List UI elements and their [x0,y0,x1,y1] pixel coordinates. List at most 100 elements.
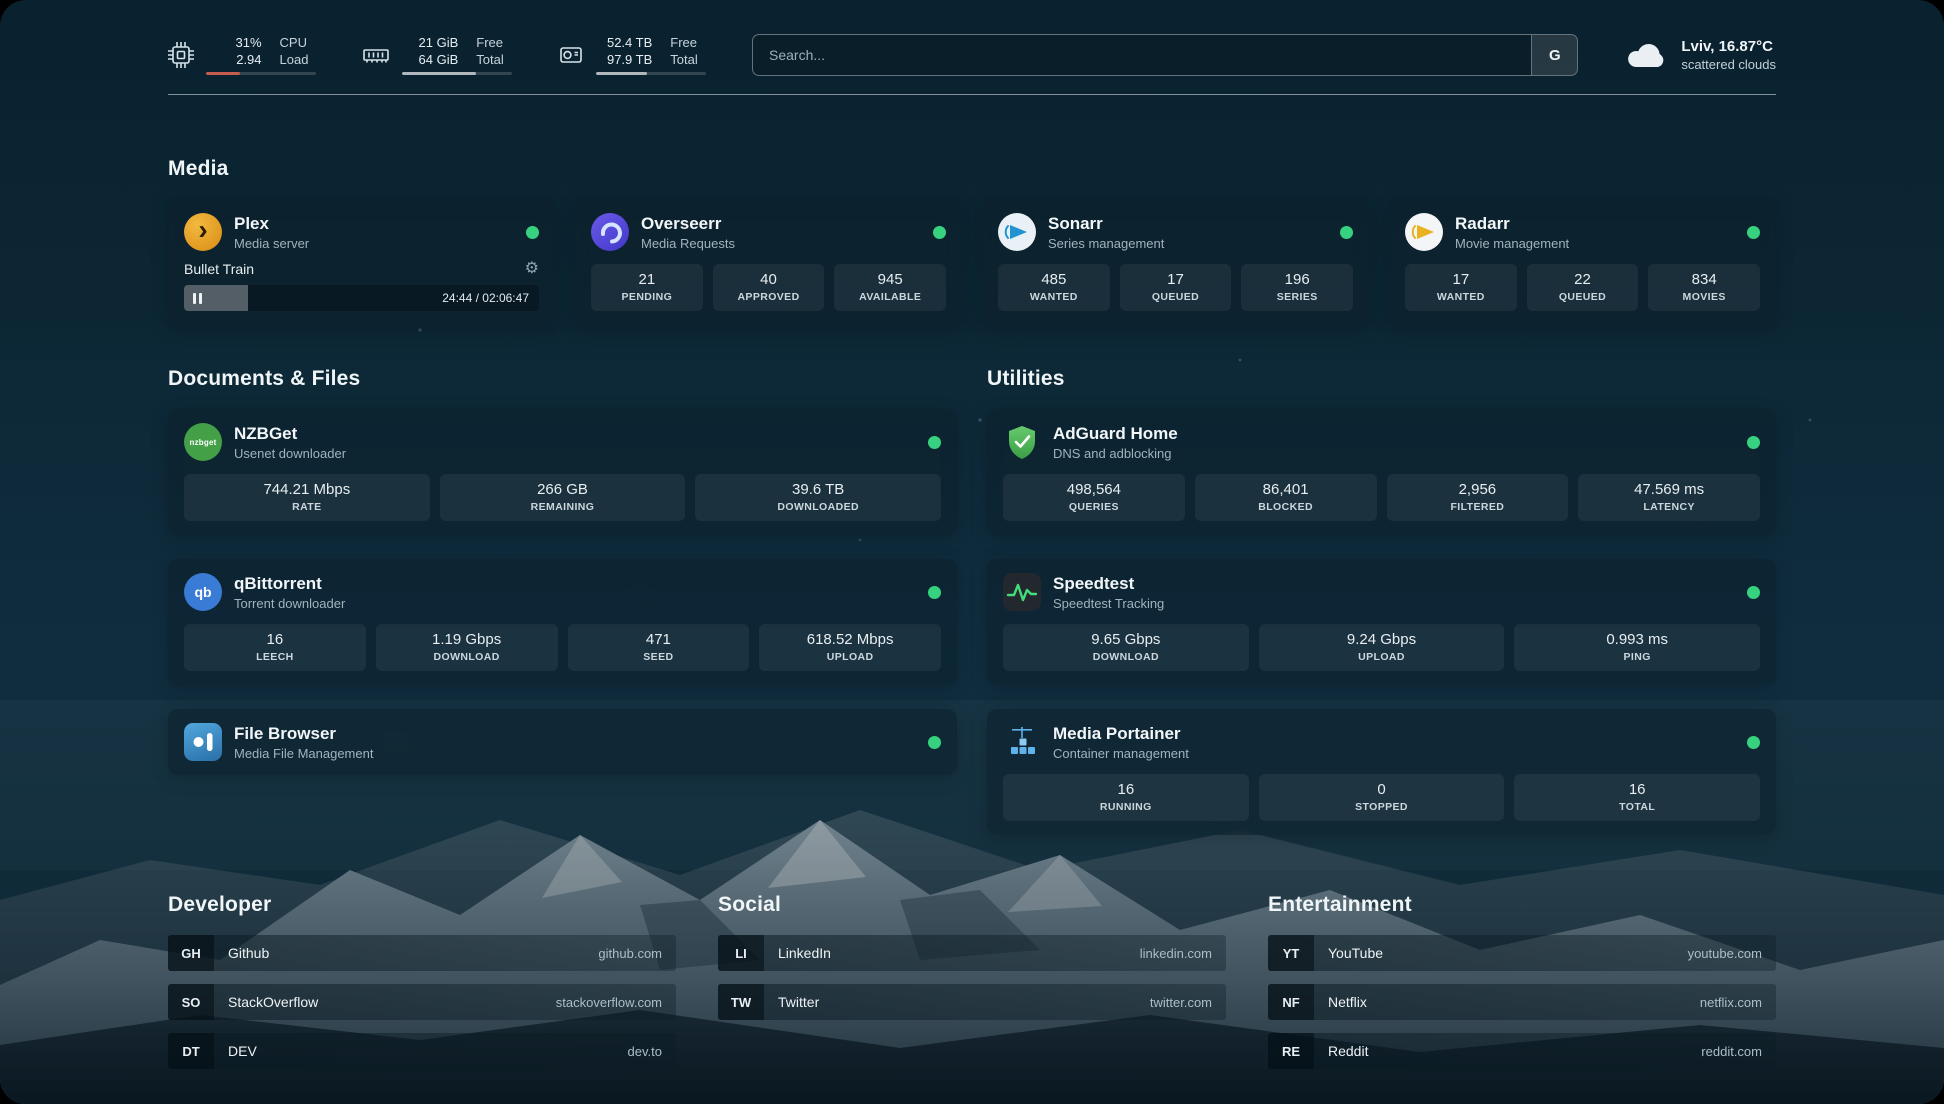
bookmark-group-developer: Developer GH Github github.com SO StackO… [168,893,676,1082]
bookmark-url: github.com [598,935,676,971]
stat-label: QUEUED [1124,291,1228,303]
service-card-qbittorrent[interactable]: qb qBittorrent Torrent downloader 16 [168,559,957,685]
stat-value: 47.569 ms [1582,481,1756,498]
service-card-overseerr[interactable]: Overseerr Media Requests 21 PENDING 40 A… [575,199,962,325]
bookmark-url: dev.to [628,1033,676,1069]
bookmark-group-social: Social LI LinkedIn linkedin.com TW Twitt… [718,893,1226,1082]
now-playing-title: Bullet Train [184,261,254,277]
stat-label: TOTAL [1518,801,1756,813]
stat-value: 471 [572,631,746,648]
stat-wanted: 485 WANTED [998,264,1110,311]
stat-seed: 471 SEED [568,624,750,671]
filebrowser-icon [184,723,222,761]
stat-value: 17 [1409,271,1513,288]
stat-label: PENDING [595,291,699,303]
service-card-adguard[interactable]: AdGuard Home DNS and adblocking 498,564 … [987,409,1776,535]
disk-total-label: Total [670,52,706,67]
status-dot [1747,586,1760,599]
service-name: AdGuard Home [1053,424,1178,444]
service-description: Movie management [1455,236,1569,251]
bookmark-twitter[interactable]: TW Twitter twitter.com [718,984,1226,1020]
stat-label: UPLOAD [763,651,937,663]
bookmark-abbr: TW [718,984,764,1020]
memory-total-label: Total [476,52,512,67]
service-name: Plex [234,214,309,234]
portainer-crane-icon [1003,723,1041,761]
stat-download: 9.65 Gbps DOWNLOAD [1003,624,1249,671]
bookmark-youtube[interactable]: YT YouTube youtube.com [1268,935,1776,971]
stat-value: 22 [1531,271,1635,288]
section-title-documents: Documents & Files [168,367,957,391]
speedtest-icon [1003,573,1041,611]
service-card-sonarr[interactable]: Sonarr Series management 485 WANTED 17 Q… [982,199,1369,325]
service-card-plex[interactable]: › Plex Media server Bullet Train ⚙ [168,199,555,325]
stat-pending: 21 PENDING [591,264,703,311]
stat-label: FILTERED [1391,501,1565,513]
service-name: Overseerr [641,214,735,234]
search-input[interactable] [753,35,1531,75]
bookmark-url: linkedin.com [1140,935,1226,971]
bookmark-netflix[interactable]: NF Netflix netflix.com [1268,984,1776,1020]
stat-label: APPROVED [717,291,821,303]
stat-upload: 618.52 Mbps UPLOAD [759,624,941,671]
service-description: Speedtest Tracking [1053,596,1164,611]
stat-available: 945 AVAILABLE [834,264,946,311]
memory-usage-bar [402,72,512,75]
status-dot [1747,736,1760,749]
service-description: Torrent downloader [234,596,345,611]
service-description: Usenet downloader [234,446,346,461]
stat-value: 17 [1124,271,1228,288]
stat-queued: 22 QUEUED [1527,264,1639,311]
service-card-filebrowser[interactable]: File Browser Media File Management [168,709,957,775]
stat-value: 945 [838,271,942,288]
service-card-portainer[interactable]: Media Portainer Container management 16 … [987,709,1776,835]
pause-icon[interactable] [193,293,202,304]
qbittorrent-icon: qb [184,573,222,611]
stat-value: 196 [1245,271,1349,288]
stat-label: STOPPED [1263,801,1501,813]
status-dot [526,226,539,239]
stat-label: SERIES [1245,291,1349,303]
stat-value: 266 GB [444,481,682,498]
bookmark-linkedin[interactable]: LI LinkedIn linkedin.com [718,935,1226,971]
bookmark-github[interactable]: GH Github github.com [168,935,676,971]
overseerr-icon [591,213,629,251]
playback-progress-bar[interactable]: 24:44 / 02:06:47 [184,285,539,311]
stat-approved: 40 APPROVED [713,264,825,311]
service-card-speedtest[interactable]: Speedtest Speedtest Tracking 9.65 Gbps D… [987,559,1776,685]
service-name: Speedtest [1053,574,1164,594]
bookmark-abbr: RE [1268,1033,1314,1069]
ram-icon [362,42,390,68]
stat-value: 39.6 TB [699,481,937,498]
media-grid: › Plex Media server Bullet Train ⚙ [168,199,1776,325]
stat-series: 196 SERIES [1241,264,1353,311]
bookmark-group-entertainment: Entertainment YT YouTube youtube.com NF … [1268,893,1776,1082]
stat-label: QUEUED [1531,291,1635,303]
service-name: NZBGet [234,424,346,444]
status-dot [1747,226,1760,239]
search-provider-button[interactable]: G [1531,35,1577,75]
stat-value: 16 [188,631,362,648]
bookmark-abbr: YT [1268,935,1314,971]
memory-free-label: Free [476,35,512,50]
bookmark-abbr: GH [168,935,214,971]
search-bar: G [752,34,1578,76]
bookmark-reddit[interactable]: RE Reddit reddit.com [1268,1033,1776,1069]
memory-total-value: 64 GiB [402,52,458,67]
service-card-radarr[interactable]: Radarr Movie management 17 WANTED 22 QUE… [1389,199,1776,325]
bookmark-name: Github [214,935,269,971]
stat-upload: 9.24 Gbps UPLOAD [1259,624,1505,671]
service-description: Media server [234,236,309,251]
stat-value: 21 [595,271,699,288]
section-title-developer: Developer [168,893,676,917]
utilities-column: Utilities [987,367,1776,835]
stat-movies: 834 MOVIES [1648,264,1760,311]
stat-leech: 16 LEECH [184,624,366,671]
service-card-nzbget[interactable]: nzbget NZBGet Usenet downloader 744.21 M… [168,409,957,535]
bookmark-stackoverflow[interactable]: SO StackOverflow stackoverflow.com [168,984,676,1020]
stat-download: 1.19 Gbps DOWNLOAD [376,624,558,671]
disk-free-label: Free [670,35,706,50]
bookmark-dev[interactable]: DT DEV dev.to [168,1033,676,1069]
radarr-icon [1405,213,1443,251]
settings-gear-icon[interactable]: ⚙ [525,261,539,277]
